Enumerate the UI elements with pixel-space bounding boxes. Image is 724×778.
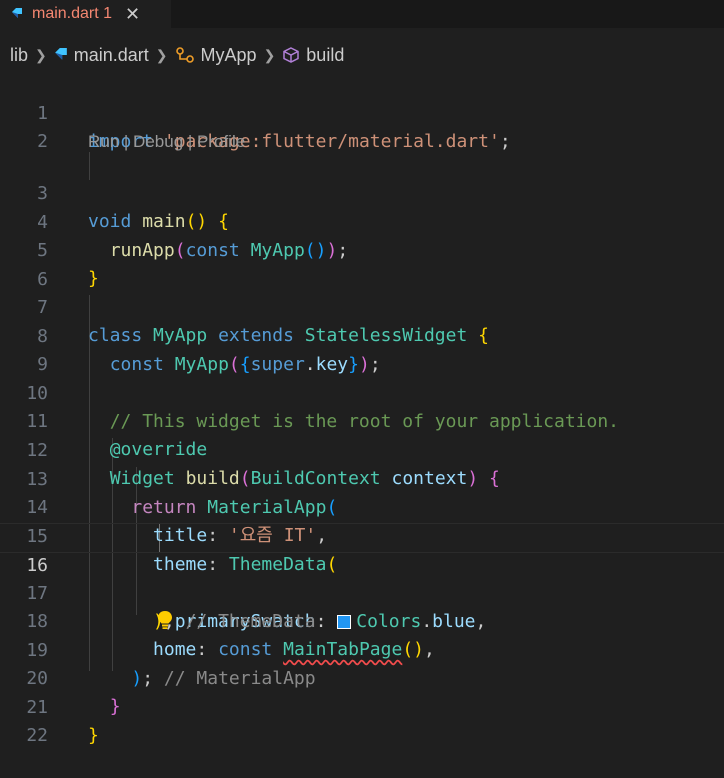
code-line: 22 xyxy=(26,725,48,746)
tab-bar: main.dart 1 ✕ xyxy=(0,0,724,28)
code-line: 19 ); // MaterialApp xyxy=(26,640,316,689)
code-line: 7 class MyApp extends StatelessWidget { xyxy=(37,297,490,346)
chevron-right-icon: ❯ xyxy=(155,46,168,63)
code-line: 14 title: '요즘 IT', xyxy=(26,497,328,546)
code-line: 6 xyxy=(37,269,48,290)
breadcrumb-build[interactable]: build xyxy=(282,45,344,66)
dart-file-icon xyxy=(12,8,22,18)
code-line: 15 theme: ThemeData( xyxy=(26,526,338,575)
dart-file-icon xyxy=(54,48,67,60)
code-line: 17 ), // ThemeData xyxy=(26,583,316,632)
class-icon xyxy=(175,47,194,63)
breadcrumb: lib ❯ main.dart ❯ MyApp ❯ build xyxy=(0,38,724,72)
code-line-active: 16 primarySwatch: Colors.blue, xyxy=(0,523,724,632)
code-line: 21 } xyxy=(26,697,99,746)
code-line: 11 @override xyxy=(26,411,208,460)
breadcrumb-myapp[interactable]: MyApp xyxy=(175,45,257,66)
code-line: 3 void main() { xyxy=(37,183,229,232)
code-line: 13 return MaterialApp( xyxy=(26,469,338,518)
code-line: 10 // This widget is the root of your ap… xyxy=(26,383,620,432)
code-line: 9 xyxy=(37,354,48,375)
code-line: 2 xyxy=(37,131,48,152)
code-line: 12 Widget build(BuildContext context) { xyxy=(26,440,500,489)
code-line: 1 import 'package:flutter/material.dart'… xyxy=(37,103,511,152)
code-editor[interactable]: 1 import 'package:flutter/material.dart'… xyxy=(0,72,724,746)
close-icon[interactable]: ✕ xyxy=(125,5,140,23)
code-line: 20 } xyxy=(26,668,121,717)
tab-main-dart[interactable]: main.dart 1 ✕ xyxy=(0,0,171,28)
chevron-right-icon: ❯ xyxy=(263,46,276,63)
code-line: 8 const MyApp({super.key}); xyxy=(37,326,381,375)
breadcrumb-lib[interactable]: lib xyxy=(10,45,28,66)
chevron-right-icon: ❯ xyxy=(35,46,47,63)
code-line: 5 } xyxy=(37,240,99,289)
breadcrumb-main-dart[interactable]: main.dart xyxy=(54,45,149,66)
code-line: 18 home: const MainTabPage(), xyxy=(26,611,435,660)
code-line: 4 runApp(const MyApp()); xyxy=(37,212,349,261)
method-cube-icon xyxy=(283,47,300,63)
tab-label: main.dart 1 xyxy=(32,5,113,22)
